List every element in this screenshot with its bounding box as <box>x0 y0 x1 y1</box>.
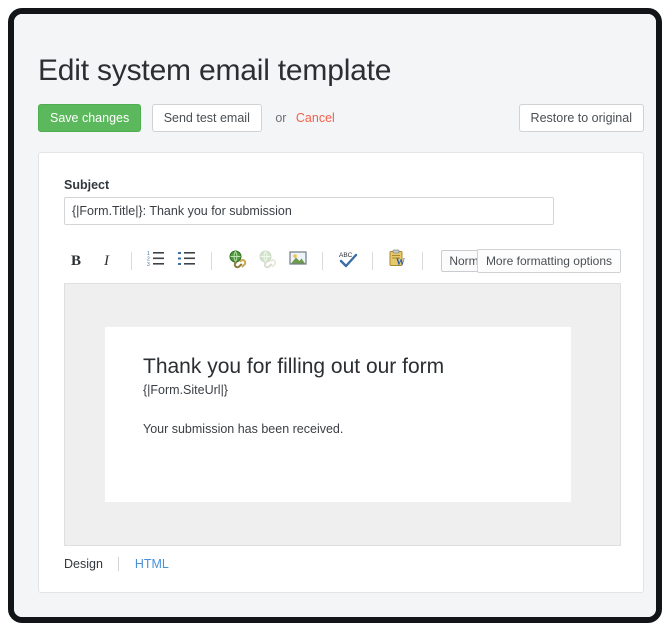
ordered-list-svg: 1 2 3 <box>147 249 165 267</box>
insert-image-icon[interactable] <box>286 249 310 273</box>
spell-check-svg: ABC <box>338 249 358 269</box>
toolbar-divider <box>372 252 373 270</box>
italic-icon[interactable]: I <box>94 249 118 273</box>
subject-input[interactable] <box>64 197 554 225</box>
browser-frame: Edit system email template Save changes … <box>8 8 662 623</box>
or-label: or <box>275 104 286 132</box>
insert-link-icon[interactable] <box>225 249 249 273</box>
italic-glyph: I <box>104 253 109 269</box>
save-changes-button[interactable]: Save changes <box>38 104 141 132</box>
ordered-list-icon[interactable]: 1 2 3 <box>144 249 168 273</box>
cancel-link[interactable]: Cancel <box>296 104 335 132</box>
spell-check-icon[interactable]: ABC <box>336 249 360 273</box>
page-background: Edit system email template Save changes … <box>14 14 656 617</box>
action-bar: Save changes Send test email or Cancel R… <box>38 104 644 134</box>
email-paragraph: Your submission has been received. <box>143 422 533 436</box>
restore-to-original-button[interactable]: Restore to original <box>519 104 644 132</box>
toolbar-divider <box>211 252 212 270</box>
email-body-content[interactable]: Thank you for filling out our form {|For… <box>105 327 571 502</box>
insert-link-svg <box>227 249 247 269</box>
tab-design[interactable]: Design <box>64 555 103 573</box>
subject-label: Subject <box>64 178 109 192</box>
bold-glyph: B <box>71 253 81 269</box>
remove-link-icon[interactable] <box>255 249 279 273</box>
email-heading: Thank you for filling out our form <box>143 355 533 379</box>
insert-image-svg <box>289 249 307 267</box>
page-title: Edit system email template <box>38 54 391 88</box>
toolbar-divider <box>322 252 323 270</box>
svg-text:W: W <box>396 257 405 267</box>
paste-from-word-svg: W <box>388 249 406 267</box>
paste-from-word-icon[interactable]: W <box>385 249 409 273</box>
editor-mode-tabs: Design HTML <box>64 555 169 573</box>
toolbar-divider <box>131 252 132 270</box>
tab-divider <box>118 557 119 571</box>
remove-link-svg <box>257 249 277 269</box>
tab-html[interactable]: HTML <box>135 555 169 573</box>
more-formatting-options-button[interactable]: More formatting options <box>477 249 621 273</box>
unordered-list-svg <box>178 249 196 267</box>
unordered-list-icon[interactable] <box>175 249 199 273</box>
editor-toolbar: B I 1 2 3 <box>64 249 621 277</box>
email-site-url: {|Form.SiteUrl|} <box>143 383 533 397</box>
bold-icon[interactable]: B <box>64 249 88 273</box>
editor-canvas[interactable]: Thank you for filling out our form {|For… <box>64 283 621 546</box>
toolbar-divider <box>422 252 423 270</box>
send-test-email-button[interactable]: Send test email <box>152 104 262 132</box>
svg-text:ABC: ABC <box>339 252 353 259</box>
svg-text:3: 3 <box>147 262 150 267</box>
editor-card: Subject B I 1 2 3 <box>38 152 644 593</box>
